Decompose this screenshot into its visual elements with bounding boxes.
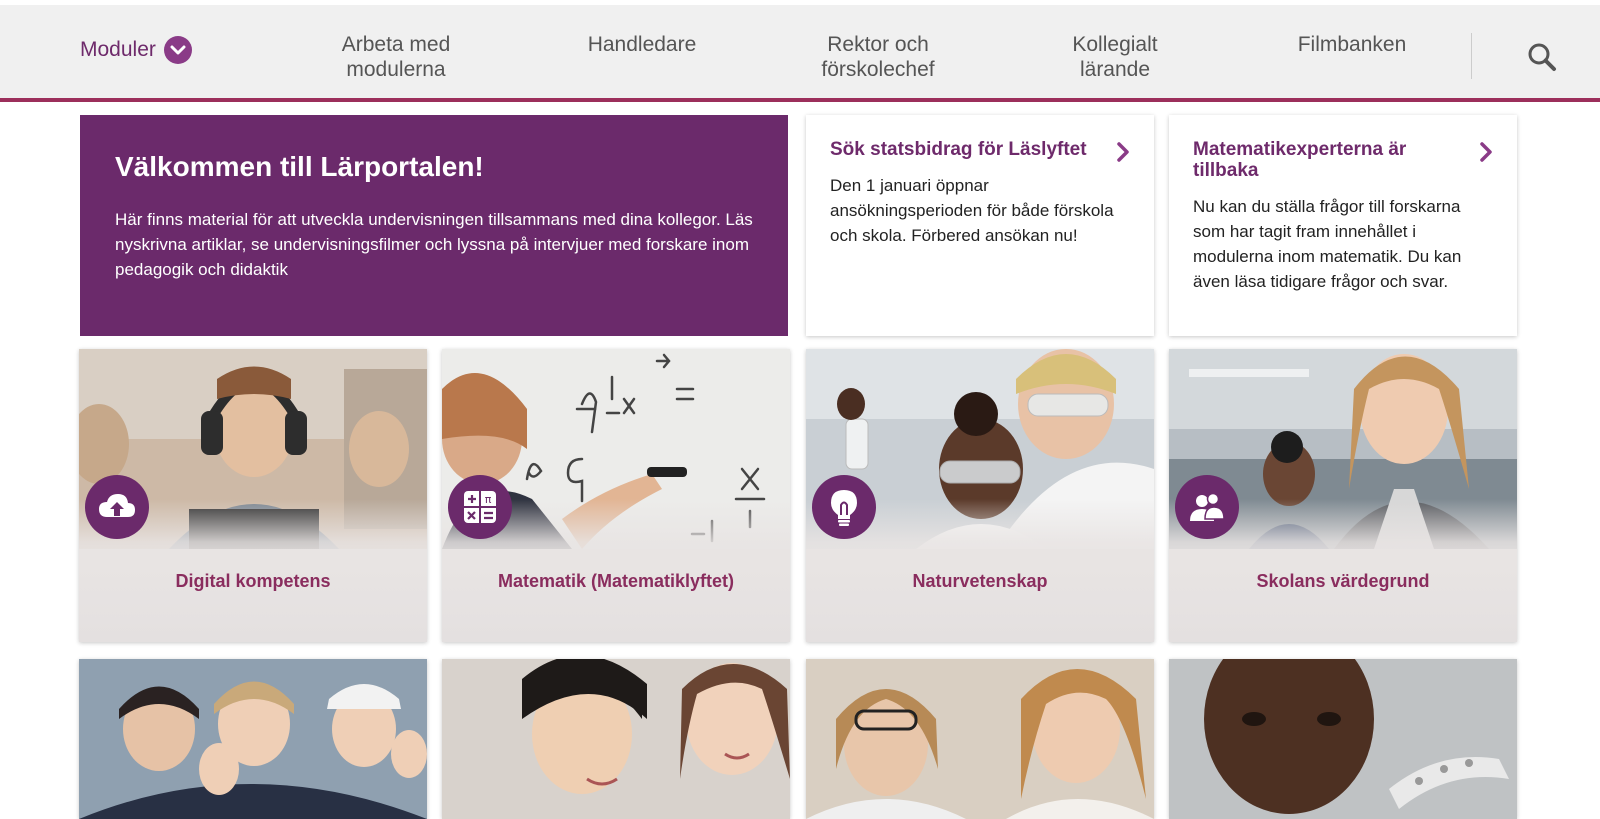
search-button[interactable] [1526, 41, 1558, 73]
svg-text:π: π [485, 493, 492, 506]
top-navigation: Moduler Arbeta med modulerna Handledare … [0, 0, 1600, 98]
module-tile-skolans-vardegrund[interactable]: Skolans värdegrund [1169, 349, 1517, 642]
module-tile-row2-4[interactable] [1169, 659, 1517, 819]
nav-modules-menu[interactable]: Moduler [80, 36, 192, 64]
welcome-hero: Välkommen till Lärportalen! Här finns ma… [80, 115, 788, 336]
news-card-text: Den 1 januari öppnar ansökningsperioden … [830, 176, 1114, 245]
nav-modules-label: Moduler [80, 38, 156, 61]
module-tile-naturvetenskap[interactable]: Naturvetenskap [806, 349, 1154, 642]
tile-label: Naturvetenskap [912, 571, 1048, 591]
nav-accent-line [0, 98, 1600, 102]
module-tile-digital-kompetens[interactable]: Digital kompetens [79, 349, 427, 642]
chevron-down-icon [163, 36, 192, 64]
nav-item-kollegialt-larande[interactable]: Kollegialt lärande [1015, 32, 1215, 82]
nav-item-rektor-och-forskolechef[interactable]: Rektor och förskolechef [778, 32, 978, 82]
search-icon [1528, 43, 1556, 71]
lightbulb-icon [812, 475, 876, 539]
tile-label: Digital kompetens [175, 571, 331, 591]
module-tile-row2-2[interactable] [442, 659, 790, 819]
chevron-right-icon [1117, 142, 1129, 162]
news-card-title: Sök statsbidrag för Läslyftet [830, 139, 1087, 160]
news-card-text: Nu kan du ställa frågor till forskarna s… [1193, 197, 1462, 291]
calculator-icon: π [448, 475, 512, 539]
hero-text: Här finns material för att utveckla unde… [115, 210, 753, 279]
news-card-title: Matematikexperterna är tillbaka [1193, 139, 1407, 181]
module-photo [442, 659, 790, 819]
hero-title: Välkommen till Lärportalen! [115, 151, 484, 182]
tile-label: Matematik (Matematiklyftet) [497, 571, 735, 591]
tile-label: Skolans värdegrund [1256, 571, 1430, 591]
nav-item-filmbanken[interactable]: Filmbanken [1252, 32, 1452, 57]
module-tile-row2-1[interactable] [79, 659, 427, 819]
people-icon [1175, 475, 1239, 539]
module-photo [806, 659, 1154, 819]
nav-item-arbeta-med-modulerna[interactable]: Arbeta med modulerna [296, 32, 496, 82]
nav-item-handledare[interactable]: Handledare [542, 32, 742, 57]
chevron-right-icon [1480, 142, 1492, 162]
module-tile-matematik[interactable]: π Matematik (Matematiklyftet) [442, 349, 790, 642]
cloud-upload-icon [85, 475, 149, 539]
module-tile-row2-3[interactable] [806, 659, 1154, 819]
module-photo [79, 659, 427, 819]
nav-divider [1471, 33, 1472, 79]
news-card-laslyftet[interactable]: Sök statsbidrag för Läslyftet Den 1 janu… [806, 115, 1154, 336]
news-card-matematikexperterna[interactable]: Matematikexperterna är tillbaka Nu kan d… [1169, 115, 1517, 336]
module-photo [1169, 659, 1517, 819]
